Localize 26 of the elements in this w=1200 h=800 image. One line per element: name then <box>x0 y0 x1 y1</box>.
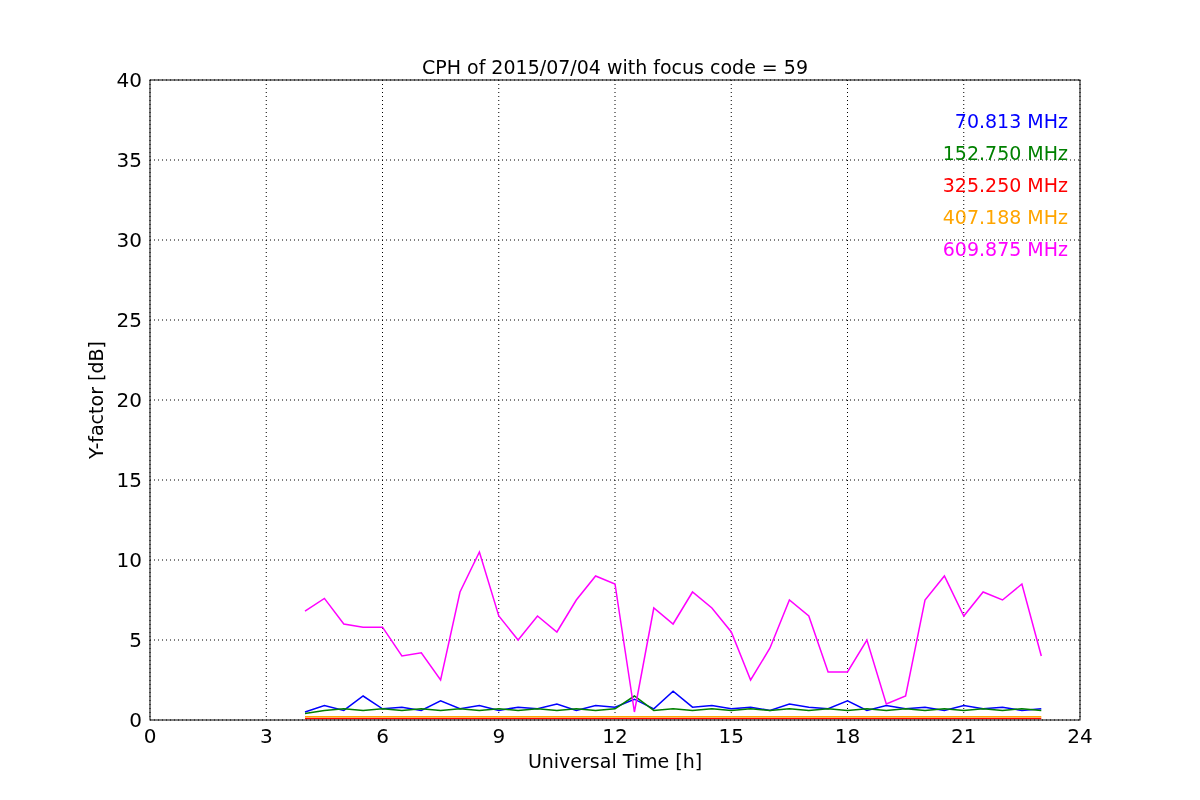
tick-label: 0 <box>143 724 157 748</box>
tick-label: 18 <box>834 724 861 748</box>
tick-label: 40 <box>116 68 142 92</box>
legend-label: 325.250 MHz <box>942 174 1068 196</box>
tick-label: 15 <box>116 468 142 492</box>
tick-label: 10 <box>116 548 142 572</box>
x-axis-label: Universal Time [h] <box>527 750 703 772</box>
tick-label: 35 <box>116 148 142 172</box>
legend-label: 70.813 MHz <box>954 110 1068 132</box>
tick-label: 6 <box>376 724 389 748</box>
legend-label: 407.188 MHz <box>942 206 1068 228</box>
chart-title: CPH of 2015/07/04 with focus code = 59 <box>422 56 808 78</box>
tick-label: 3 <box>259 724 273 748</box>
tick-label: 5 <box>129 628 142 652</box>
tick-label: 20 <box>116 388 142 412</box>
tick-label: 9 <box>492 724 506 748</box>
legend-label: 152.750 MHz <box>942 142 1068 164</box>
tick-label: 24 <box>1067 724 1093 748</box>
tick-label: 25 <box>116 308 142 332</box>
tick-label: 12 <box>602 724 628 748</box>
tick-label: 21 <box>951 724 977 748</box>
y-axis-label: Y-factor [dB] <box>85 341 107 459</box>
tick-label: 30 <box>116 228 142 252</box>
tick-label: 0 <box>129 708 142 732</box>
tick-label: 15 <box>718 724 744 748</box>
legend-label: 609.875 MHz <box>942 238 1068 260</box>
